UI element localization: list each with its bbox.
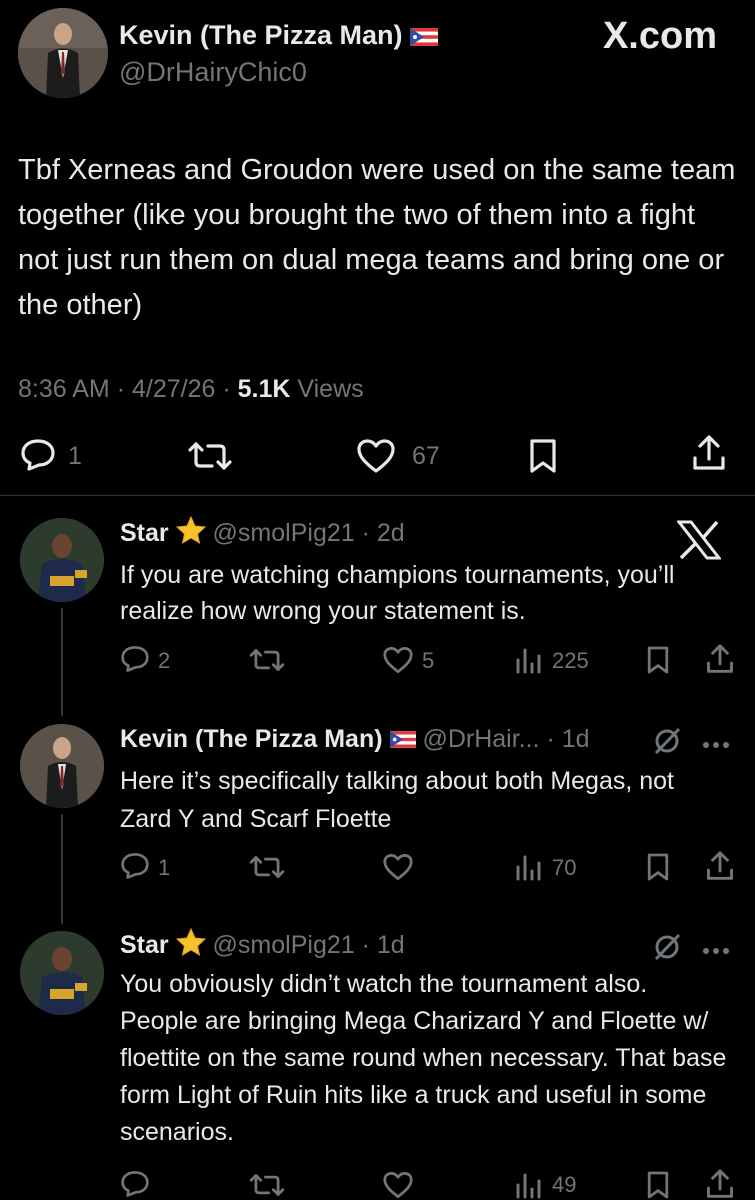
reply-button[interactable]	[120, 1170, 150, 1198]
bookmark-button[interactable]	[646, 852, 670, 882]
reply-count: 2	[158, 648, 171, 673]
retweet-icon	[249, 649, 285, 671]
x-brand-label: X.com	[602, 15, 717, 57]
reply-icon	[121, 646, 149, 672]
share-icon	[707, 1169, 733, 1198]
thread-line	[61, 608, 63, 716]
retweet-icon	[249, 856, 285, 878]
heart-icon	[383, 853, 413, 881]
views-button[interactable]	[514, 646, 542, 674]
avatar[interactable]	[18, 8, 108, 98]
share-button[interactable]	[706, 1168, 734, 1200]
like-button[interactable]	[382, 1171, 414, 1199]
reply-button[interactable]	[120, 645, 150, 673]
author-name[interactable]: Star	[120, 931, 169, 959]
bookmark-button[interactable]	[646, 645, 670, 675]
share-button[interactable]	[706, 850, 734, 882]
bookmark-button[interactable]	[646, 1170, 670, 1200]
star-emoji-icon	[175, 515, 206, 553]
like-button[interactable]	[382, 646, 414, 674]
reply-text: You obviously didn’t watch the tournamen…	[120, 970, 727, 1146]
like-count: 67	[412, 442, 440, 470]
views-count: 225	[552, 648, 589, 673]
heart-icon	[357, 439, 395, 473]
share-icon	[707, 851, 733, 880]
heart-icon	[383, 646, 413, 674]
views-count: 70	[552, 855, 577, 880]
author-name[interactable]: Kevin (The Pizza Man)	[119, 20, 403, 50]
views-icon	[516, 648, 541, 674]
views-button[interactable]	[514, 853, 542, 881]
share-icon	[707, 644, 733, 673]
star-emoji-icon	[175, 927, 206, 965]
retweet-button[interactable]	[186, 440, 234, 472]
views-count: 5.1K	[237, 375, 291, 403]
views-icon	[516, 1173, 541, 1199]
author-name[interactable]: Kevin (The Pizza Man)	[120, 725, 383, 753]
views-label: Views	[297, 375, 364, 403]
bookmark-icon	[647, 853, 669, 881]
thread-line	[61, 814, 63, 924]
like-count: 5	[422, 648, 435, 673]
tweet-meta: 8:36 AM · 4/27/26 · 5.1K Views	[18, 373, 364, 405]
tweet-time: 8:36 AM	[18, 375, 110, 403]
bookmark-icon	[647, 646, 669, 674]
share-button[interactable]	[692, 434, 726, 472]
tweet-text: Tbf Xerneas and Groudon were used on the…	[18, 154, 736, 321]
grok-icon[interactable]	[652, 726, 682, 761]
bookmark-icon	[530, 439, 556, 473]
reply-button[interactable]	[120, 852, 150, 880]
avatar[interactable]	[20, 931, 104, 1015]
reply-count: 1	[68, 442, 82, 470]
tweet-date: 4/27/26	[131, 375, 216, 403]
grok-icon[interactable]	[652, 932, 682, 967]
author-handle[interactable]: @DrHairyChic0	[119, 56, 307, 88]
reply-icon	[121, 853, 149, 879]
like-button[interactable]	[356, 438, 396, 474]
separator	[0, 495, 755, 496]
author-name[interactable]: Star	[120, 519, 169, 547]
retweet-button[interactable]	[248, 647, 286, 673]
retweet-icon	[249, 1174, 285, 1196]
share-icon	[693, 435, 725, 470]
reply-count: 1	[158, 855, 171, 880]
handle-meta[interactable]: @DrHair... · 1d	[422, 725, 589, 753]
share-button[interactable]	[706, 643, 734, 675]
meta-separator: ·	[116, 375, 132, 403]
meta-separator: ·	[222, 375, 238, 403]
retweet-icon	[188, 442, 232, 470]
more-options-icon[interactable]	[702, 942, 730, 960]
more-options-icon[interactable]	[702, 736, 730, 754]
retweet-button[interactable]	[248, 1172, 286, 1198]
avatar[interactable]	[20, 518, 104, 602]
reply-button[interactable]	[20, 438, 56, 472]
avatar[interactable]	[20, 724, 104, 808]
like-button[interactable]	[382, 853, 414, 881]
reply-text: Here it’s specifically talking about bot…	[120, 767, 675, 833]
reply-text: If you are watching champions tournament…	[120, 561, 675, 625]
puerto-rico-flag-icon	[410, 20, 439, 54]
views-button[interactable]	[514, 1171, 542, 1199]
retweet-button[interactable]	[248, 854, 286, 880]
bookmark-button[interactable]	[528, 438, 558, 474]
handle-meta[interactable]: @smolPig21 · 2d	[213, 519, 405, 547]
heart-icon	[383, 1171, 413, 1199]
reply-icon	[21, 439, 55, 471]
bookmark-icon	[647, 1171, 669, 1199]
views-icon	[516, 855, 541, 881]
reply-icon	[121, 1171, 149, 1197]
puerto-rico-flag-icon	[389, 723, 416, 757]
views-count: 49	[552, 1172, 577, 1197]
handle-meta[interactable]: @smolPig21 · 1d	[213, 931, 405, 959]
